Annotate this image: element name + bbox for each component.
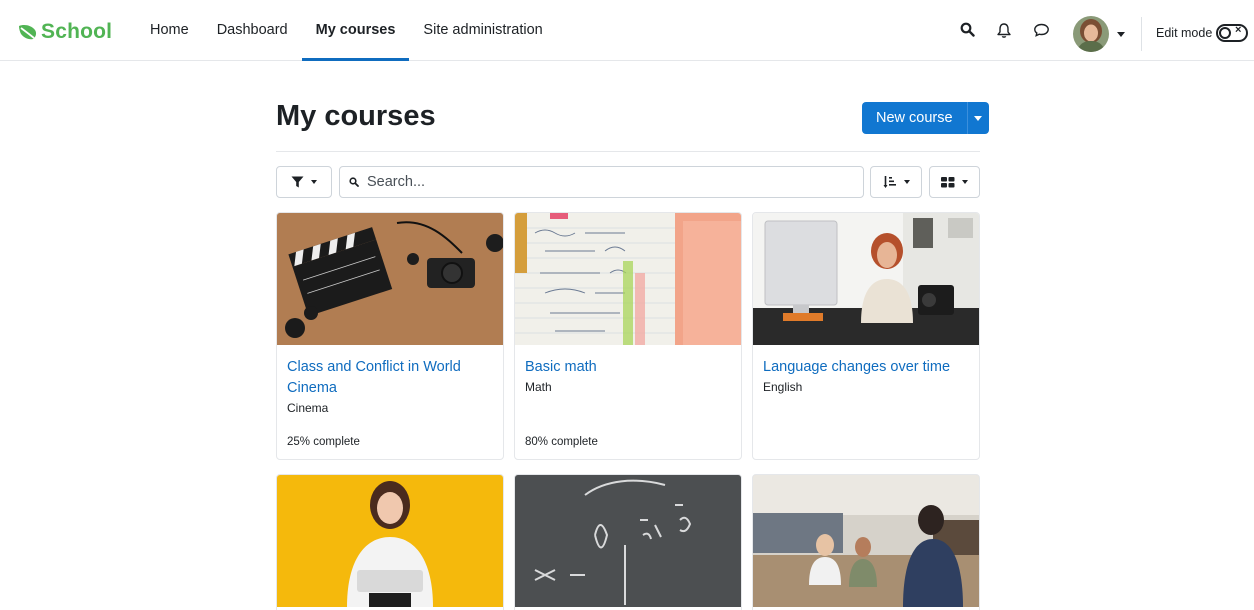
edit-mode-toggle[interactable]: × (1216, 24, 1248, 42)
course-image[interactable] (753, 213, 979, 345)
primary-navigation: Home Dashboard My courses Site administr… (136, 0, 557, 61)
user-menu[interactable] (1073, 16, 1125, 52)
nav-site-administration[interactable]: Site administration (409, 0, 556, 60)
site-name: School (41, 20, 113, 43)
notification-bell-icon[interactable] (996, 22, 1012, 39)
top-navbar: School Home Dashboard My courses Site ad… (0, 0, 1254, 61)
user-avatar (1073, 16, 1109, 52)
course-category: Math (525, 380, 552, 394)
course-search-input[interactable]: Search... (339, 166, 864, 198)
site-logo[interactable]: School (18, 20, 112, 44)
search-placeholder: Search... (367, 174, 426, 190)
course-image[interactable] (277, 475, 503, 607)
close-icon: × (1235, 24, 1242, 36)
course-image[interactable] (515, 213, 741, 345)
edit-mode-label: Edit mode (1156, 26, 1213, 40)
chevron-down-icon (903, 180, 910, 184)
course-card[interactable]: Class and Conflict in World Cinema Cinem… (276, 212, 504, 460)
chevron-down-icon (311, 180, 317, 184)
chevron-down-icon (974, 115, 983, 121)
course-card[interactable] (752, 474, 980, 610)
course-image[interactable] (277, 213, 503, 345)
course-card[interactable]: Language changes over time English (752, 212, 980, 460)
course-image[interactable] (753, 475, 979, 607)
nav-dashboard[interactable]: Dashboard (203, 0, 302, 60)
nav-my-courses[interactable]: My courses (301, 0, 410, 61)
toggle-knob (1219, 27, 1231, 39)
filter-dropdown[interactable] (276, 166, 332, 198)
course-progress: 80% complete (525, 436, 598, 448)
course-card[interactable]: Basic math Math 80% complete (514, 212, 742, 460)
grid-view-icon (941, 176, 955, 187)
course-category: English (763, 380, 803, 394)
course-card[interactable] (276, 474, 504, 610)
search-icon[interactable] (960, 22, 975, 37)
chevron-down-icon (962, 180, 968, 184)
course-title-link[interactable]: Language changes over time (763, 357, 969, 378)
course-title-link[interactable]: Basic math (525, 357, 731, 378)
sort-dropdown[interactable] (870, 166, 922, 198)
search-icon (349, 177, 359, 187)
filter-icon (291, 176, 304, 188)
page-title: My courses (276, 100, 436, 132)
new-course-button-group: New course (862, 102, 989, 134)
new-course-button[interactable]: New course (862, 102, 967, 134)
course-card[interactable] (514, 474, 742, 610)
header-divider (276, 151, 980, 152)
leaf-logo-icon (19, 25, 37, 40)
course-title-link[interactable]: Class and Conflict in World Cinema (287, 357, 493, 399)
view-mode-dropdown[interactable] (929, 166, 980, 198)
new-course-dropdown-toggle[interactable] (966, 102, 989, 134)
course-image[interactable] (515, 475, 741, 607)
course-progress: 25% complete (287, 436, 360, 448)
nav-home[interactable]: Home (136, 0, 203, 60)
course-category: Cinema (287, 401, 329, 415)
sort-icon (883, 176, 896, 188)
navbar-divider (1141, 17, 1142, 51)
chevron-down-icon (1117, 31, 1125, 37)
messages-icon[interactable] (1033, 22, 1050, 38)
